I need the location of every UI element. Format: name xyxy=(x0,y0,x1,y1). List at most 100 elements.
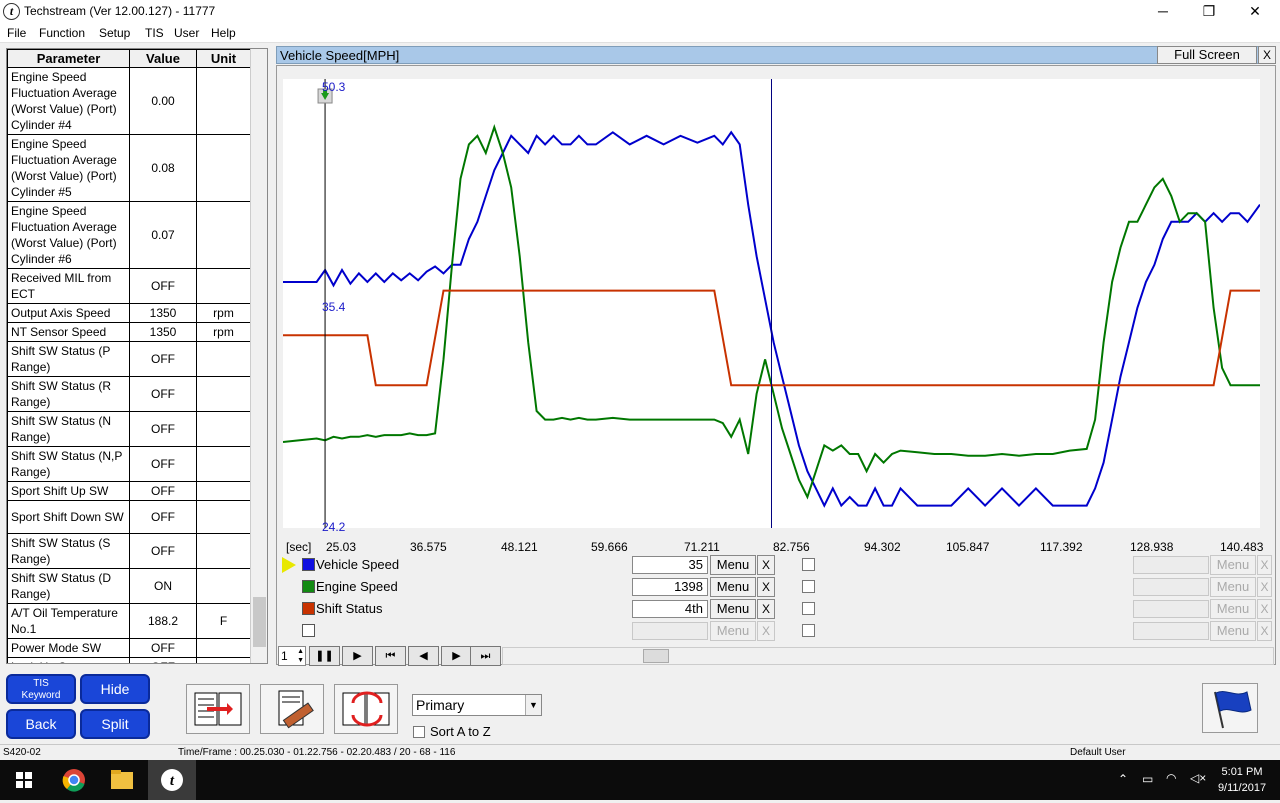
parameter-scrollbar[interactable] xyxy=(250,49,267,663)
parameter-unit xyxy=(196,657,251,663)
signal-remove-button[interactable]: X xyxy=(757,599,775,619)
signal-remove-button[interactable]: X xyxy=(757,621,775,641)
menu-setup[interactable]: Setup xyxy=(99,26,130,40)
col-unit[interactable]: Unit xyxy=(196,49,251,68)
windows-start-icon[interactable] xyxy=(0,760,48,800)
timeline-scroll-thumb[interactable] xyxy=(643,649,669,663)
tis-keyword-label: TIS Keyword xyxy=(21,678,61,701)
flag-button[interactable] xyxy=(1202,683,1258,733)
parameter-row[interactable]: NT Sensor Speed 1350 rpm xyxy=(7,322,251,342)
parameter-row[interactable]: Lock Up StatusOFF xyxy=(7,657,251,663)
battery-icon[interactable]: ▭ xyxy=(1142,772,1153,786)
parameter-row[interactable]: Shift SW Status (P Range) OFF xyxy=(7,341,251,377)
parameter-row[interactable]: Power Mode SW OFF xyxy=(7,638,251,658)
parameter-row[interactable]: Shift SW Status (R Range) OFF xyxy=(7,376,251,412)
signal-menu-button-secondary[interactable]: Menu xyxy=(1210,599,1256,619)
prev-frame-button[interactable]: ◀ xyxy=(408,646,439,666)
signal-remove-button[interactable]: X xyxy=(757,555,775,575)
minimize-button[interactable]: ─ xyxy=(1140,0,1186,24)
signal-menu-button[interactable]: Menu xyxy=(710,555,756,575)
menu-file[interactable]: File xyxy=(7,26,26,40)
parameter-row[interactable]: Engine Speed Fluctuation Average (Worst … xyxy=(7,67,251,135)
parameter-row[interactable]: A/T Oil Temperature No.1 188.2 F xyxy=(7,603,251,639)
play-button[interactable]: ▶ xyxy=(342,646,373,666)
spinner-arrows-icon[interactable]: ▲ ▼ xyxy=(297,647,304,665)
tray-chevron-icon[interactable]: ⌃ xyxy=(1118,772,1128,786)
signal-menu-button[interactable]: Menu xyxy=(710,599,756,619)
parameter-row[interactable]: Shift SW Status (S Range) OFF xyxy=(7,533,251,569)
signal-remove-button-secondary[interactable]: X xyxy=(1257,599,1272,619)
signal-row[interactable]: Menu X Menu X xyxy=(282,621,1272,641)
pause-button[interactable]: ❚❚ xyxy=(309,646,340,666)
hide-button[interactable]: Hide xyxy=(80,674,150,704)
close-button[interactable]: ✕ xyxy=(1232,0,1278,24)
last-frame-button[interactable]: ⏭ xyxy=(470,646,501,666)
signal-menu-button-secondary[interactable]: Menu xyxy=(1210,577,1256,597)
parameter-row[interactable]: Received MIL from ECT OFF xyxy=(7,268,251,304)
menu-tis[interactable]: TIS xyxy=(145,26,164,40)
first-frame-button[interactable]: ⏮ xyxy=(375,646,406,666)
primary-select[interactable]: Primary ▼ xyxy=(412,694,542,716)
signal-checkbox[interactable] xyxy=(802,624,815,637)
tray-clock[interactable]: 5:01 PM 9/11/2017 xyxy=(1212,764,1272,796)
signal-checkbox[interactable] xyxy=(802,602,815,615)
volume-icon[interactable]: ◁× xyxy=(1190,771,1206,785)
list-transfer-icon xyxy=(194,692,242,726)
signal-remove-button[interactable]: X xyxy=(757,577,775,597)
parameter-row[interactable]: Engine Speed Fluctuation Average (Worst … xyxy=(7,201,251,269)
parameter-row[interactable]: Shift SW Status (D Range) ON xyxy=(7,568,251,604)
signal-row[interactable]: Vehicle Speed 35 Menu X Menu X xyxy=(282,555,1272,575)
timeline-scrollbar[interactable] xyxy=(502,647,1274,665)
parameter-list-button[interactable] xyxy=(186,684,250,734)
maximize-button[interactable]: ❐ xyxy=(1186,0,1232,24)
signal-color-swatch[interactable] xyxy=(302,558,315,571)
signal-menu-button-secondary[interactable]: Menu xyxy=(1210,555,1256,575)
parameter-row[interactable]: Sport Shift Down SW OFF xyxy=(7,500,251,534)
line-chart[interactable] xyxy=(283,79,1260,528)
current-user: Default User xyxy=(1070,747,1126,758)
parameter-row[interactable]: Output Axis Speed 1350 rpm xyxy=(7,303,251,323)
menu-user[interactable]: User xyxy=(174,26,199,40)
parameter-name: Shift SW Status (R Range) xyxy=(7,376,130,412)
chevron-down-icon[interactable]: ▼ xyxy=(525,695,541,715)
signal-checkbox[interactable] xyxy=(802,580,815,593)
signal-color-swatch[interactable] xyxy=(302,624,315,637)
frame-spinner[interactable]: 1 ▲ ▼ xyxy=(278,646,306,666)
parameter-unit xyxy=(196,500,251,534)
parameter-scroll-thumb[interactable] xyxy=(253,597,266,647)
full-screen-button[interactable]: Full Screen xyxy=(1157,46,1257,64)
col-parameter[interactable]: Parameter xyxy=(7,49,130,68)
back-button[interactable]: Back xyxy=(6,709,76,739)
chrome-icon[interactable] xyxy=(50,760,98,800)
parameter-row[interactable]: Sport Shift Up SW OFF xyxy=(7,481,251,501)
tis-keyword-button[interactable]: TIS Keyword xyxy=(6,674,76,704)
signal-menu-button[interactable]: Menu xyxy=(710,577,756,597)
swap-list-button[interactable] xyxy=(334,684,398,734)
signal-color-swatch[interactable] xyxy=(302,602,315,615)
signal-row[interactable]: Shift Status 4th Menu X Menu X xyxy=(282,599,1272,619)
signal-color-swatch[interactable] xyxy=(302,580,315,593)
parameter-row[interactable]: Shift SW Status (N Range) OFF xyxy=(7,411,251,447)
techstream-taskbar-icon[interactable]: t xyxy=(148,760,196,800)
plot-area[interactable] xyxy=(283,79,1260,528)
signal-menu-button[interactable]: Menu xyxy=(710,621,756,641)
signal-remove-button-secondary[interactable]: X xyxy=(1257,577,1272,597)
parameter-row[interactable]: Shift SW Status (N,P Range) OFF xyxy=(7,446,251,482)
menu-function[interactable]: Function xyxy=(39,26,85,40)
menu-help[interactable]: Help xyxy=(211,26,236,40)
parameter-name: Engine Speed Fluctuation Average (Worst … xyxy=(7,134,130,202)
next-frame-button[interactable]: ▶ xyxy=(441,646,472,666)
wifi-icon[interactable]: ◠ xyxy=(1166,771,1176,785)
signal-menu-button-secondary[interactable]: Menu xyxy=(1210,621,1256,641)
signal-remove-button-secondary[interactable]: X xyxy=(1257,621,1272,641)
signal-row[interactable]: Engine Speed 1398 Menu X Menu X xyxy=(282,577,1272,597)
split-button[interactable]: Split xyxy=(80,709,150,739)
sort-checkbox[interactable] xyxy=(413,726,425,738)
record-button[interactable] xyxy=(260,684,324,734)
graph-close-button[interactable]: X xyxy=(1258,46,1276,64)
col-value[interactable]: Value xyxy=(129,49,197,68)
parameter-row[interactable]: Engine Speed Fluctuation Average (Worst … xyxy=(7,134,251,202)
signal-remove-button-secondary[interactable]: X xyxy=(1257,555,1272,575)
signal-checkbox[interactable] xyxy=(802,558,815,571)
file-explorer-icon[interactable] xyxy=(98,760,146,800)
